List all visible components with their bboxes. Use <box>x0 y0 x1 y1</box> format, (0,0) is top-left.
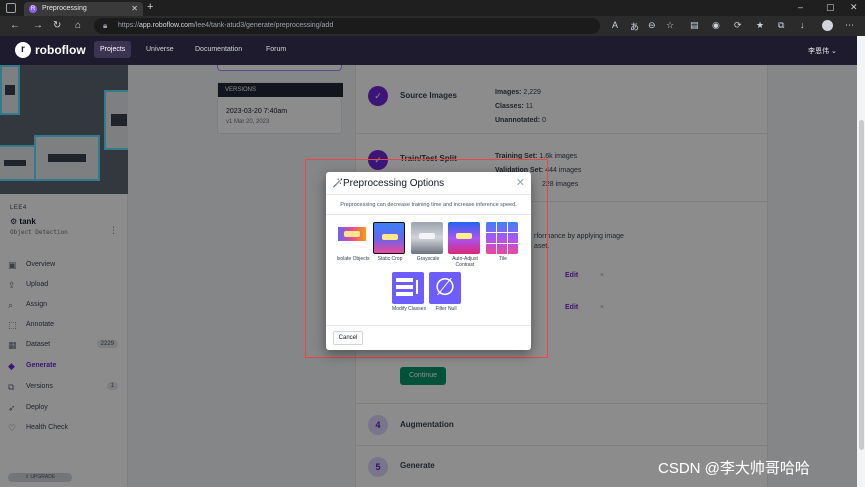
profile-avatar[interactable] <box>822 20 833 31</box>
preprocessing-modal: 🪄︎ Preprocessing Options ✕ Preprocessing… <box>326 172 531 350</box>
more-icon[interactable]: ⋯ <box>845 20 854 31</box>
nav-projects[interactable]: Projects <box>94 41 132 58</box>
favorite-icon[interactable]: ☆ <box>666 20 674 31</box>
option-isolate-objects[interactable]: Isolate Objects <box>336 222 370 262</box>
home-icon[interactable]: ⌂ <box>75 20 81 31</box>
lock-icon: 🔒︎ <box>103 21 108 30</box>
url-text: https://app.roboflow.com/lee4/tank-atud3… <box>118 22 334 29</box>
watermark: CSDN @李大帅哥哈哈 <box>658 460 810 477</box>
nav-forum[interactable]: Forum <box>266 46 286 53</box>
close-window-icon[interactable]: ✕ <box>850 2 858 13</box>
option-grayscale[interactable]: Grayscale <box>411 222 445 262</box>
url-bar[interactable]: 🔒︎ https://app.roboflow.com/lee4/tank-at… <box>94 18 600 34</box>
magic-wand-icon: 🪄︎ <box>332 178 344 188</box>
auto-adjust-contrast-icon <box>448 222 480 254</box>
tile-icon <box>486 222 518 254</box>
grayscale-icon <box>411 222 443 254</box>
refresh-icon[interactable]: ↻ <box>53 20 61 31</box>
tab-title: Preprocessing <box>42 5 87 12</box>
roboflow-logo-icon[interactable]: r <box>15 42 31 58</box>
option-filter-null[interactable]: ∅ Filter Null <box>429 272 463 312</box>
extension2-icon[interactable]: ◉ <box>712 20 720 31</box>
cancel-button[interactable]: Cancel <box>333 331 363 345</box>
nav-universe[interactable]: Universe <box>146 46 174 53</box>
extension-icon[interactable]: ▤ <box>690 20 699 31</box>
close-icon[interactable]: ✕ <box>516 176 525 189</box>
browser-addressbar: ← → ↻ ⌂ 🔒︎ https://app.roboflow.com/lee4… <box>0 16 865 36</box>
nav-documentation[interactable]: Documentation <box>195 46 242 53</box>
close-tab-icon[interactable]: ✕ <box>131 4 138 13</box>
favorites-icon[interactable]: ★ <box>756 20 764 31</box>
divider <box>326 194 531 195</box>
translate-icon[interactable]: あ <box>630 20 639 33</box>
divider <box>326 325 531 326</box>
filter-null-icon: ∅ <box>429 272 461 304</box>
modify-classes-icon <box>392 272 424 304</box>
workspaces-icon[interactable] <box>6 3 16 13</box>
maximize-icon[interactable]: ▢ <box>826 2 835 13</box>
option-auto-adjust-contrast[interactable]: Auto-Adjust Contrast <box>448 222 482 268</box>
isolate-objects-icon <box>336 222 368 254</box>
back-icon[interactable]: ← <box>10 20 20 31</box>
user-menu[interactable]: 李恩伟 ⌄ <box>808 46 837 56</box>
zoom-icon[interactable]: ⊖ <box>648 20 656 31</box>
option-modify-classes[interactable]: Modify Classes <box>392 272 426 312</box>
collections-icon[interactable]: ⧉ <box>778 20 784 31</box>
browser-tabbar: R Preprocessing ✕ + – ▢ ✕ <box>0 0 865 16</box>
downloads-icon[interactable]: ↓ <box>800 20 805 30</box>
roboflow-favicon-icon: R <box>29 5 37 13</box>
option-static-crop[interactable]: Static Crop <box>373 222 407 262</box>
scrollbar-thumb[interactable] <box>859 120 864 450</box>
browser-tab[interactable]: R Preprocessing ✕ <box>24 2 143 16</box>
read-aloud-icon[interactable]: A <box>612 20 618 30</box>
app-header: r roboflow Projects Universe Documentati… <box>0 36 857 65</box>
forward-icon[interactable]: → <box>33 20 43 31</box>
minimize-icon[interactable]: – <box>798 2 803 12</box>
logo-text[interactable]: roboflow <box>35 43 86 57</box>
modal-title: Preprocessing Options <box>343 178 445 189</box>
modal-subtitle: Preprocessing can decrease training time… <box>340 202 517 208</box>
static-crop-icon <box>373 222 405 254</box>
new-tab-icon[interactable]: + <box>147 1 153 13</box>
extension3-icon[interactable]: ⟳ <box>734 20 742 31</box>
option-tile[interactable]: Tile <box>486 222 520 262</box>
divider <box>326 214 531 215</box>
